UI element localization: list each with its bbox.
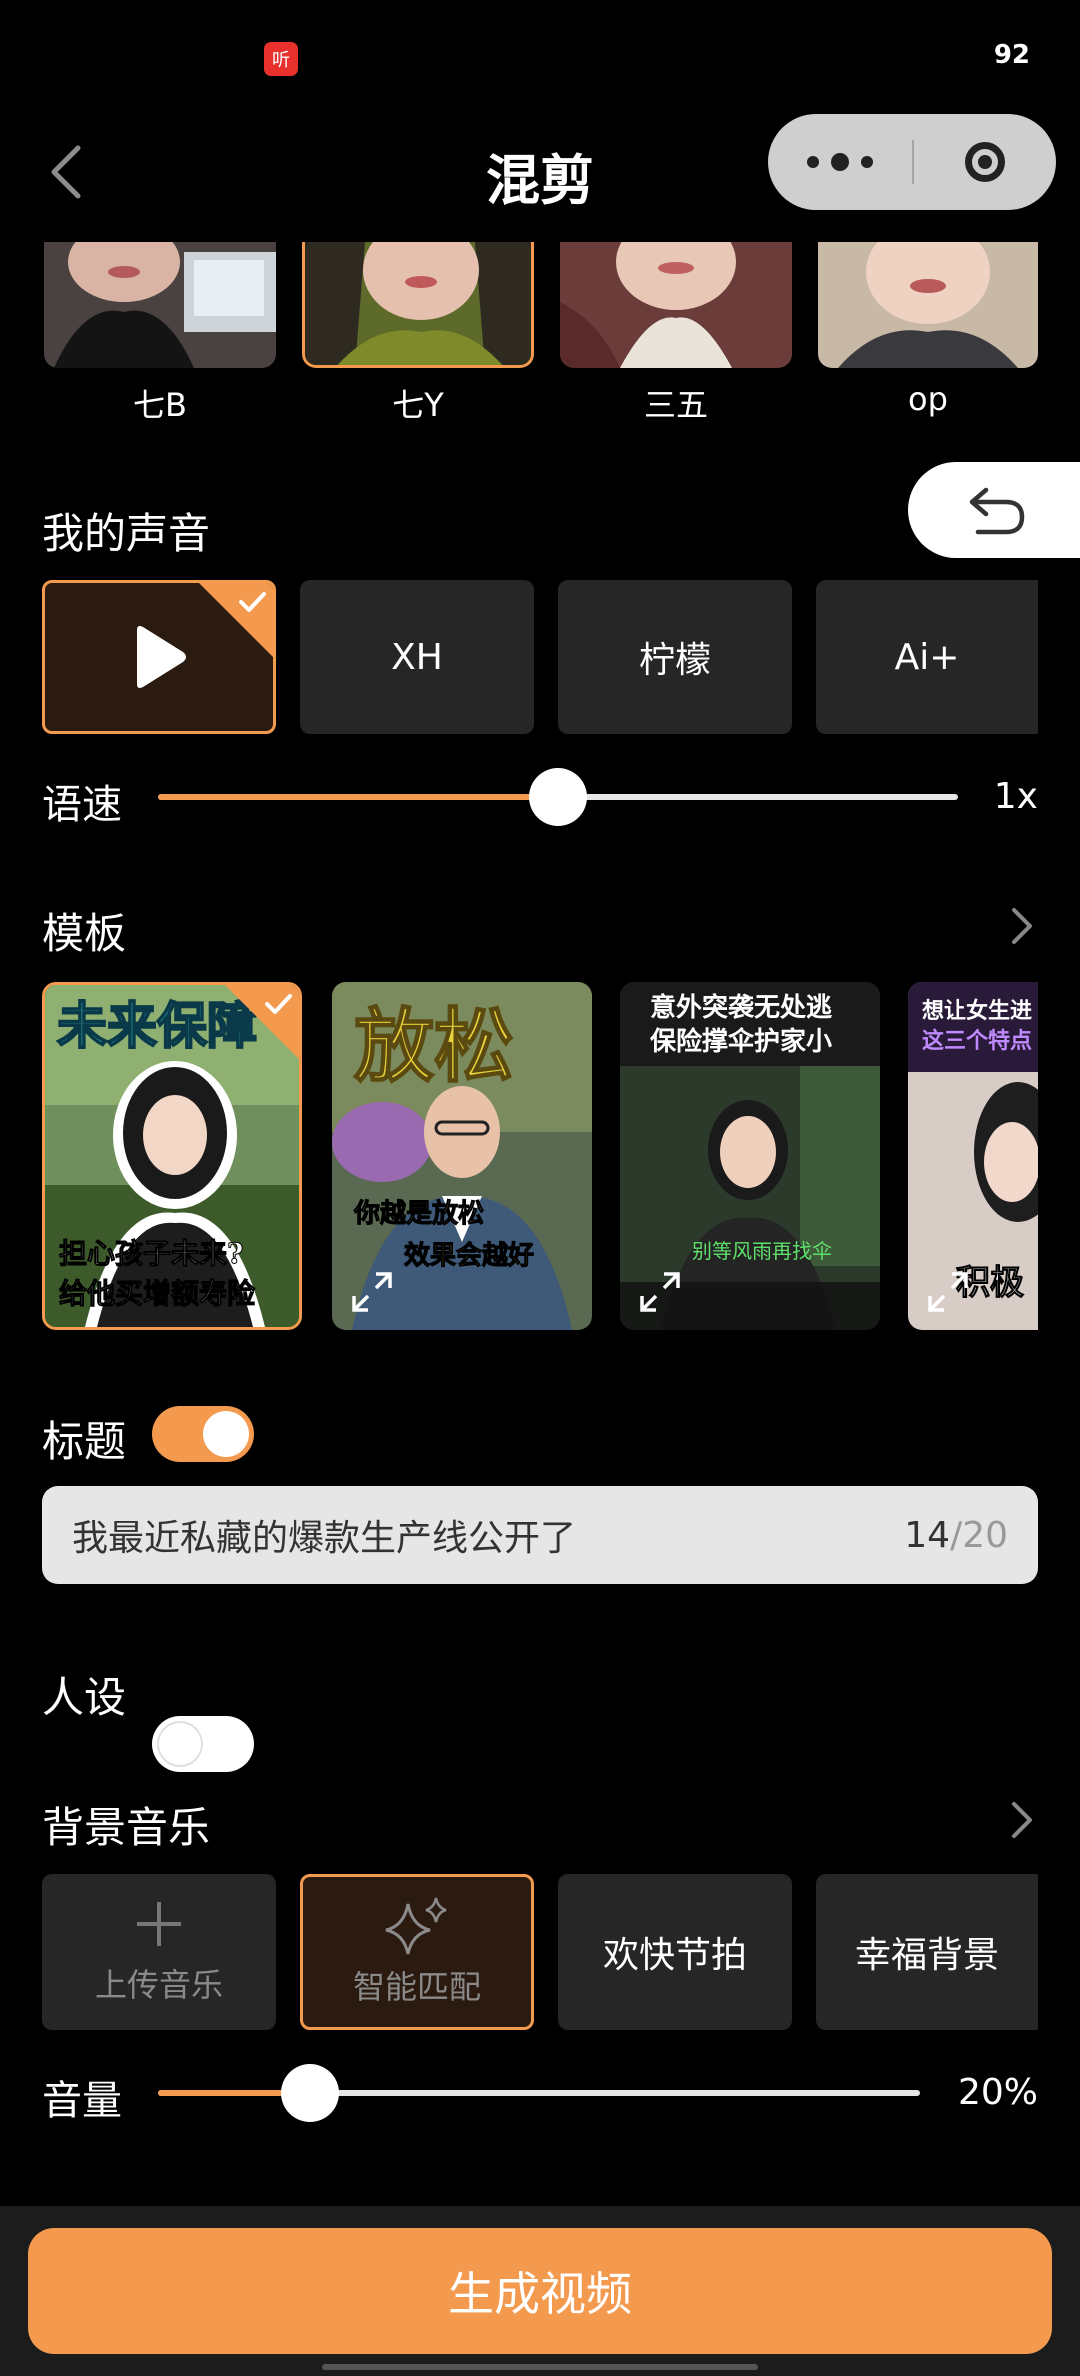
template-more-button[interactable]: [1010, 906, 1034, 946]
avatar-name: op: [908, 380, 948, 418]
music-section-label: 背景音乐: [42, 1803, 211, 1852]
more-button[interactable]: [768, 114, 912, 210]
avatar-card[interactable]: [560, 242, 792, 368]
template-caption: 给他买增额寿险: [59, 1277, 256, 1310]
toggle-knob: [157, 1721, 203, 1767]
template-section-label: 模板: [42, 909, 127, 958]
template-card[interactable]: 意外突袭无处逃 保险撑伞护家小 别等风雨再找伞: [620, 982, 880, 1330]
generate-button-label: 生成视频: [448, 2267, 632, 2321]
music-option-label: 上传音乐: [94, 1966, 223, 2004]
checkmark-icon: [239, 592, 266, 612]
music-more-button[interactable]: [1010, 1800, 1034, 1840]
title-input-value: 我最近私藏的爆款生产线公开了: [72, 1518, 577, 1559]
title-input[interactable]: 我最近私藏的爆款生产线公开了 14/20: [42, 1486, 1038, 1584]
voice-option[interactable]: Ai+: [816, 580, 1038, 734]
speed-slider-fill: [158, 794, 558, 800]
music-option-label: 智能匹配: [352, 1968, 481, 2006]
template-card[interactable]: 放松 你越是放松 效果会越好: [332, 982, 592, 1330]
dot-icon: [807, 156, 819, 168]
undo-button[interactable]: [908, 462, 1080, 558]
template-top-text: 意外突袭无处逃: [650, 992, 832, 1023]
target-icon: [965, 142, 1005, 182]
avatar-name: 三五: [643, 386, 708, 424]
template-caption: 别等风雨再找伞: [692, 1239, 832, 1263]
persona-section-label: 人设: [42, 1673, 127, 1722]
voice-option-label: XH: [391, 636, 443, 678]
upload-music-button[interactable]: 上传音乐: [42, 1874, 276, 2030]
template-caption: 效果会越好: [404, 1240, 534, 1271]
notification-app-icon: 听: [264, 42, 298, 76]
smart-match-button[interactable]: 智能匹配: [300, 1874, 534, 2030]
speed-label: 语速: [42, 782, 122, 828]
voice-option-selected[interactable]: [42, 580, 276, 734]
template-top-text: 想让女生进: [922, 998, 1032, 1024]
voice-option-label: 柠檬: [638, 640, 711, 681]
miniprogram-capsule: [768, 114, 1056, 210]
template-top-text: 保险撑伞护家小: [649, 1026, 832, 1057]
home-indicator[interactable]: [322, 2364, 758, 2370]
title-section-label: 标题: [42, 1417, 127, 1466]
music-option-label: 幸福背景: [854, 1935, 999, 1976]
template-caption: 你越是放松: [353, 1198, 484, 1229]
music-option-label: 欢快节拍: [602, 1935, 747, 1976]
checkmark-icon: [265, 994, 292, 1014]
speed-value: 1x: [993, 776, 1038, 817]
template-top-text: 放松: [354, 999, 514, 1093]
speed-slider-thumb[interactable]: [529, 768, 587, 826]
persona-toggle[interactable]: [152, 1716, 254, 1772]
volume-slider-thumb[interactable]: [281, 2064, 339, 2122]
avatar-thumbnail: [560, 242, 792, 368]
plus-icon: [137, 1902, 181, 1946]
avatar-thumbnail: [44, 242, 276, 368]
avatar-thumbnail: [305, 242, 531, 365]
avatar-thumbnail: [818, 242, 1038, 368]
close-miniprogram-button[interactable]: [914, 114, 1056, 210]
chevron-right-icon: [1012, 908, 1032, 944]
avatar-card[interactable]: [44, 242, 276, 368]
title-toggle[interactable]: [152, 1406, 254, 1462]
dot-icon: [861, 156, 873, 168]
char-count-max: /20: [950, 1514, 1008, 1556]
dot-icon: [831, 153, 849, 171]
volume-label: 音量: [42, 2078, 122, 2124]
generate-video-button[interactable]: 生成视频: [28, 2228, 1052, 2354]
sparkle-icon: [385, 1897, 447, 1955]
toggle-knob: [203, 1411, 249, 1457]
title-char-count: 14/20: [904, 1515, 1008, 1556]
avatar-card[interactable]: [818, 242, 1038, 368]
expand-icon[interactable]: [350, 1270, 394, 1314]
expand-icon[interactable]: [926, 1270, 970, 1314]
music-option[interactable]: 幸福背景: [816, 1874, 1038, 2030]
template-card[interactable]: 想让女生进 这三个特点 积极: [908, 982, 1038, 1330]
char-count-current: 14: [904, 1514, 951, 1556]
music-option[interactable]: 欢快节拍: [558, 1874, 792, 2030]
template-top-text: 这三个特点: [922, 1028, 1032, 1054]
volume-value: 20%: [957, 2072, 1038, 2113]
template-caption: 担心孩子未来?: [59, 1237, 243, 1270]
voice-option[interactable]: 柠檬: [558, 580, 792, 734]
undo-icon: [969, 487, 1025, 535]
voice-section-label: 我的声音: [42, 509, 211, 558]
voice-option-label: Ai+: [894, 636, 960, 678]
avatar-name: 七B: [133, 386, 187, 424]
chevron-right-icon: [1012, 1802, 1032, 1838]
expand-icon[interactable]: [638, 1270, 682, 1314]
template-card[interactable]: 未来保障 担心孩子未来? 给他买增额寿险: [42, 982, 302, 1330]
avatar-name: 七Y: [392, 386, 444, 424]
avatar-card[interactable]: [302, 242, 534, 368]
play-icon: [137, 626, 186, 688]
voice-option[interactable]: XH: [300, 580, 534, 734]
battery-level: 92: [993, 40, 1030, 70]
